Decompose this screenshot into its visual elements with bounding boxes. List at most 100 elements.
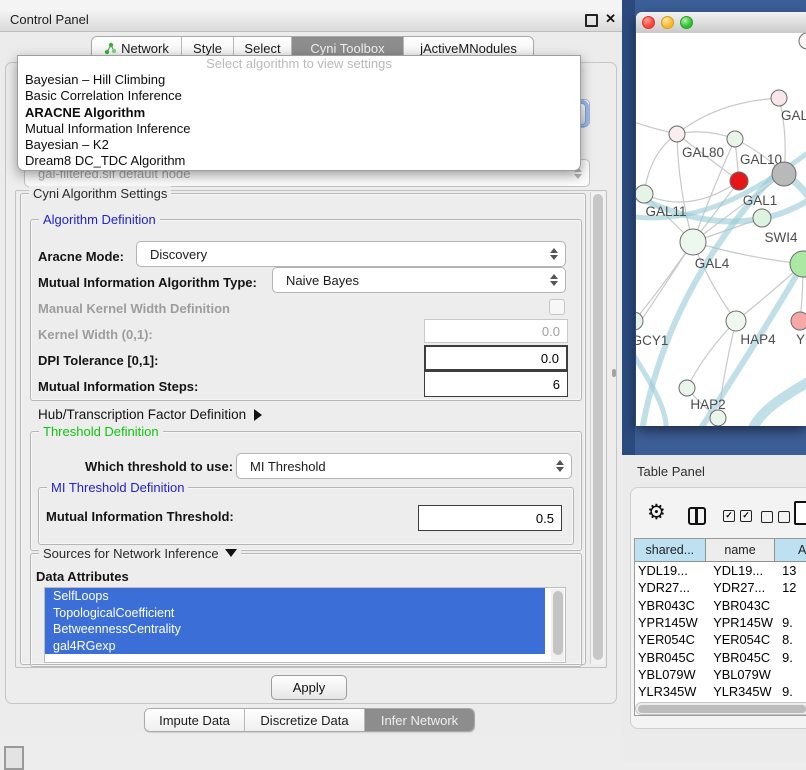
minimize-traffic-light[interactable]: [661, 16, 674, 29]
algorithm-option[interactable]: Dream8 DC_TDC Algorithm: [18, 153, 580, 169]
network-node-gal11[interactable]: [636, 185, 653, 203]
tab-discretize-data-label: Discretize Data: [260, 713, 348, 728]
network-node-hap4[interactable]: [726, 311, 746, 331]
attributes-scrollbar-thumb[interactable]: [553, 591, 563, 655]
data-attribute-item[interactable]: SelfLoops: [45, 588, 545, 605]
unchecked-box-icon: [778, 511, 790, 523]
control-panel-titlebar: Control Panel ✕: [0, 8, 622, 32]
network-icon: [104, 42, 117, 55]
kernel-width-field[interactable]: 0.0: [424, 319, 568, 343]
mi-threshold-field[interactable]: 0.5: [418, 505, 562, 531]
table-row[interactable]: YLR345WYLR345W9.: [635, 683, 806, 700]
column-header-shared[interactable]: shared...: [635, 539, 706, 562]
aracne-mode-combo[interactable]: Discovery: [136, 241, 566, 267]
tab-impute-data[interactable]: Impute Data: [145, 709, 245, 731]
table-panel-title: Table Panel: [637, 464, 705, 479]
table-row[interactable]: YDR27...YDR27...12: [635, 579, 806, 596]
which-threshold-combo[interactable]: MI Threshold: [236, 453, 572, 479]
algorithm-option[interactable]: Basic Correlation Inference: [18, 88, 580, 104]
data-attribute-item[interactable]: TopologicalCoefficient: [45, 605, 545, 622]
algorithm-option[interactable]: Mutual Information Inference: [18, 121, 580, 137]
algorithm-dropdown-popup: Select algorithm to view settings Bayesi…: [17, 55, 581, 171]
dpi-tolerance-field[interactable]: 0.0: [424, 345, 568, 371]
collapsed-panel-icon[interactable]: [4, 746, 24, 770]
mi-type-label: Mutual Information Algorithm Type:: [38, 275, 257, 290]
table-row[interactable]: YBR045CYBR045C9.: [635, 648, 806, 665]
mi-type-combo[interactable]: Naive Bayes: [272, 267, 566, 293]
column-header-name[interactable]: name: [706, 539, 776, 562]
settings-scrollbar[interactable]: [590, 192, 605, 664]
network-window-titlebar[interactable]: [636, 12, 806, 34]
mi-threshold-label: Mutual Information Threshold:: [46, 509, 234, 524]
panel-splitter-handle[interactable]: [612, 369, 616, 377]
manual-kernel-checkbox[interactable]: [549, 299, 565, 315]
unselect-all-checkboxes-icon[interactable]: [761, 511, 790, 523]
zoom-traffic-light[interactable]: [680, 16, 693, 29]
table-cell: YLR345W: [635, 684, 705, 699]
table-cell: YBR045C: [635, 650, 705, 665]
tab-discretize-data[interactable]: Discretize Data: [245, 709, 365, 731]
network-node-gal[interactable]: [771, 90, 787, 106]
select-all-checkboxes-icon[interactable]: ✓ ✓: [723, 510, 752, 522]
table-row[interactable]: YDL19...YDL19...13: [635, 562, 806, 579]
table-cell: YER054C: [705, 632, 775, 647]
mi-steps-label: Mutual Information Steps:: [38, 379, 198, 394]
table-row[interactable]: YBL079WYBL079W: [635, 666, 806, 683]
columns-icon[interactable]: [688, 507, 706, 525]
node-label: GAL80: [682, 145, 724, 160]
network-node-gal10[interactable]: [727, 131, 743, 147]
table-scrollbar-thumb[interactable]: [638, 705, 806, 713]
data-attribute-item[interactable]: BetweennessCentrality: [45, 621, 545, 638]
node-label: Y: [796, 332, 805, 347]
network-node-gal4[interactable]: [680, 229, 706, 255]
data-attributes-list[interactable]: SelfLoopsTopologicalCoefficientBetweenne…: [44, 587, 566, 663]
node-table: shared... name A YDL19...YDL19...13YDR27…: [634, 538, 806, 716]
algorithm-definition-title: Algorithm Definition: [39, 212, 160, 227]
hub-expander[interactable]: Hub/Transcription Factor Definition: [38, 407, 262, 422]
mi-steps-field[interactable]: 6: [424, 371, 568, 397]
network-node-gal80[interactable]: [669, 126, 685, 142]
node-label: HAP2: [690, 397, 725, 412]
table-cell: YDL19...: [705, 563, 775, 578]
algorithm-option[interactable]: Bayesian – K2: [18, 137, 580, 153]
settings-scrollbar-thumb[interactable]: [593, 194, 603, 660]
network-node[interactable]: [772, 162, 796, 186]
document-icon[interactable]: [794, 501, 806, 525]
gear-icon[interactable]: ⚙: [647, 500, 666, 524]
network-node-gal1[interactable]: [730, 172, 748, 190]
network-canvas[interactable]: GALGAL80GAL10GAL1GAL11SWI4GAL4GCY1HAP4YH…: [636, 33, 806, 426]
node-label: GAL1: [743, 193, 778, 208]
table-row[interactable]: YER054CYER054C8.: [635, 631, 806, 648]
table-row[interactable]: YPR145WYPR145W9.: [635, 614, 806, 631]
tab-network-label: Network: [121, 41, 169, 56]
network-node[interactable]: [710, 410, 726, 426]
sources-title-label: Sources for Network Inference: [43, 546, 219, 561]
desktop-shade: [622, 0, 635, 455]
node-label: HAP4: [740, 332, 776, 347]
algorithm-option[interactable]: Bayesian – Hill Climbing: [18, 72, 580, 88]
apply-button[interactable]: Apply: [271, 675, 347, 700]
table-cell: YPR145W: [705, 615, 775, 630]
network-node[interactable]: [799, 33, 806, 49]
close-icon[interactable]: ✕: [605, 11, 616, 27]
data-attribute-item[interactable]: gal4RGexp: [45, 638, 545, 655]
algorithm-option[interactable]: ARACNE Algorithm: [18, 105, 580, 121]
network-node-hap2[interactable]: [679, 380, 695, 396]
table-cell: 8.: [775, 632, 806, 647]
network-node-swi4[interactable]: [753, 209, 771, 227]
table-cell: YBL079W: [635, 667, 705, 682]
close-traffic-light[interactable]: [642, 16, 655, 29]
float-window-icon[interactable]: [585, 14, 598, 27]
manual-kernel-label: Manual Kernel Width Definition: [38, 301, 230, 316]
network-node-gcy1[interactable]: [636, 312, 643, 330]
apply-button-label: Apply: [293, 680, 326, 695]
table-horizontal-scrollbar[interactable]: [635, 702, 806, 715]
tab-infer-network[interactable]: Infer Network: [365, 709, 474, 731]
network-node-y[interactable]: [791, 312, 806, 330]
table-row[interactable]: YBR043CYBR043C: [635, 597, 806, 614]
column-header-third[interactable]: A: [775, 539, 806, 562]
attributes-scrollbar[interactable]: [551, 589, 564, 661]
unchecked-box-icon: [761, 511, 773, 523]
bottom-tabbar: Impute Data Discretize Data Infer Networ…: [144, 708, 475, 732]
sources-title[interactable]: Sources for Network Inference: [39, 546, 241, 561]
